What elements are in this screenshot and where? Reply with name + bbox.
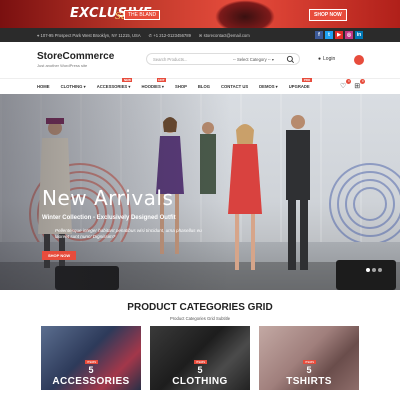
account-icon[interactable] xyxy=(354,55,364,65)
linkedin-icon[interactable]: in xyxy=(355,31,363,39)
category-tag: ITEMS xyxy=(303,360,317,364)
slider-dot[interactable] xyxy=(366,268,370,272)
nav-badge: NEW xyxy=(122,78,133,82)
category-count: 5 xyxy=(197,365,203,375)
section-subtitle: Product Categories Grid Subtitle xyxy=(169,316,231,321)
nav-item-hoodies[interactable]: HOODIES ▾ HOT xyxy=(141,78,167,89)
category-tag: ITEMS xyxy=(85,360,99,364)
page: EXCLUSIVE Sale THE BLAND SHOP NOW ⌖ 107-… xyxy=(0,0,400,400)
nav-item-label: SHOP xyxy=(175,84,187,89)
facebook-icon[interactable]: f xyxy=(315,31,323,39)
nav-badge: PRO xyxy=(302,78,312,82)
social-links: f t ▶ ◎ in xyxy=(315,31,363,39)
wishlist-icon[interactable]: ♡ 0 xyxy=(340,79,352,90)
top-info-bar: ⌖ 107-95 Prospect Park West Brooklyn, NY… xyxy=(0,28,400,42)
category-count: 5 xyxy=(88,365,94,375)
speaker-right xyxy=(336,260,396,290)
nav-item-label: UPGRADE xyxy=(288,84,310,89)
chevron-down-icon: ▾ xyxy=(274,84,278,89)
nav-item-label: HOODIES xyxy=(141,84,161,89)
email-text[interactable]: ✉ storecontact@email.com xyxy=(199,33,250,38)
search-bar[interactable]: Search Products... -- Select Category --… xyxy=(146,53,300,65)
nav-item-upgrade[interactable]: UPGRADE PRO xyxy=(288,78,312,89)
search-icon[interactable] xyxy=(286,55,295,64)
nav-item-home[interactable]: HOME xyxy=(37,84,50,89)
login-link[interactable]: ● Login xyxy=(318,56,335,62)
instagram-icon[interactable]: ◎ xyxy=(345,31,353,39)
nav-item-label: ACCESSORIES xyxy=(96,84,128,89)
slider-dots xyxy=(366,268,382,272)
search-input[interactable]: Search Products... xyxy=(153,57,187,62)
category-select[interactable]: -- Select Category -- ▾ xyxy=(233,57,274,62)
nav-item-contact-us[interactable]: CONTACT US xyxy=(221,84,248,89)
nav-item-clothing[interactable]: CLOTHING ▾ xyxy=(61,84,86,89)
hero-description: Pellentesque integer habitant penatibus … xyxy=(55,228,202,239)
nav-item-label: HOME xyxy=(37,84,50,89)
section-title: PRODUCT CATEGORIES GRID xyxy=(127,302,273,313)
chevron-down-icon: ▾ xyxy=(127,84,131,89)
category-name: TSHIRTS xyxy=(286,376,332,387)
category-count: 5 xyxy=(306,365,312,375)
slider-dot[interactable] xyxy=(378,268,382,272)
hero-title: New Arrivals xyxy=(42,186,174,210)
promo-banner[interactable]: EXCLUSIVE Sale THE BLAND SHOP NOW xyxy=(0,0,400,28)
address-text: ⌖ 107-95 Prospect Park West Brooklyn, NY… xyxy=(37,33,141,38)
slider-dot[interactable] xyxy=(372,268,376,272)
youtube-icon[interactable]: ▶ xyxy=(335,31,343,39)
chevron-down-icon: ▾ xyxy=(160,84,165,89)
product-categories-section: PRODUCT CATEGORIES GRID Product Categori… xyxy=(0,290,400,400)
cart-icon[interactable]: ⊞ 0 xyxy=(354,79,366,90)
nav-item-blog[interactable]: BLOG xyxy=(198,84,210,89)
category-name: ACCESSORIES xyxy=(52,376,130,387)
nav-item-shop[interactable]: SHOP xyxy=(175,84,187,89)
nav-item-label: DEMOS xyxy=(259,84,275,89)
category-tag: ITEMS xyxy=(194,360,208,364)
twitter-icon[interactable]: t xyxy=(325,31,333,39)
phone-text[interactable]: ✆ +1 212-0123456789 xyxy=(149,33,191,38)
hero-slider[interactable]: New Arrivals Winter Collection - Exclusi… xyxy=(0,94,400,290)
site-logo[interactable]: StoreCommerce xyxy=(37,51,114,62)
site-tagline: Just another WordPress site xyxy=(37,63,88,68)
nav-item-accessories[interactable]: ACCESSORIES ▾ NEW xyxy=(96,78,133,89)
category-card-tshirts[interactable]: ITEMS 5 TSHIRTS xyxy=(259,326,359,390)
nav-item-demos[interactable]: DEMOS ▾ xyxy=(259,84,278,89)
user-icon: ● xyxy=(318,56,322,62)
hero-shop-now-button[interactable]: SHOP NOW xyxy=(42,251,77,260)
main-nav: HOME CLOTHING ▾ ACCESSORIES ▾ NEW HOODIES ▾ H… xyxy=(0,78,400,94)
nav-badge: HOT xyxy=(156,78,167,82)
category-card-clothing[interactable]: ITEMS 5 CLOTHING xyxy=(150,326,250,390)
nav-item-label: CONTACT US xyxy=(221,84,249,89)
category-card-accessories[interactable]: ITEMS 5 ACCESSORIES xyxy=(41,326,141,390)
nav-item-label: BLOG xyxy=(197,84,211,89)
promo-shop-button[interactable]: SHOP NOW xyxy=(309,9,347,21)
cart-count: 0 xyxy=(360,79,366,84)
wishlist-count: 0 xyxy=(346,79,352,84)
category-name: CLOTHING xyxy=(172,376,228,387)
promo-model-image xyxy=(215,0,275,28)
chevron-down-icon: ▾ xyxy=(82,84,86,89)
nav-item-label: CLOTHING xyxy=(60,84,83,89)
site-header: StoreCommerce Just another WordPress sit… xyxy=(0,42,400,78)
promo-tag: THE BLAND xyxy=(124,10,161,20)
hero-subtitle: Winter Collection - Exclusively Designed… xyxy=(42,215,176,221)
